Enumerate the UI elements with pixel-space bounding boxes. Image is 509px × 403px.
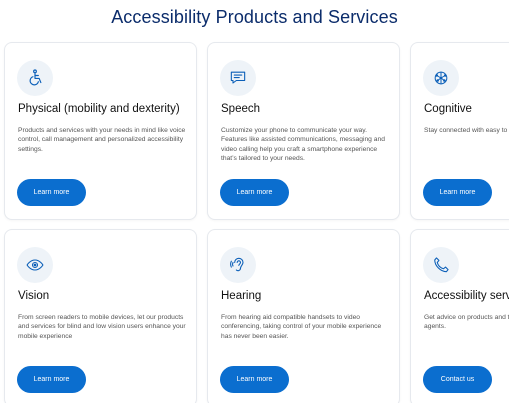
card-physical: Physical (mobility and dexterity) Produc… bbox=[4, 42, 197, 220]
page-title: Accessibility Products and Services bbox=[111, 7, 398, 27]
learn-more-button[interactable]: Learn more bbox=[220, 179, 289, 206]
card-title: Accessibility serv bbox=[424, 290, 509, 302]
card-accessibility-services: Accessibility serv Get advice on product… bbox=[410, 229, 509, 403]
learn-more-button[interactable]: Learn more bbox=[17, 366, 86, 393]
card-vision: Vision From screen readers to mobile dev… bbox=[4, 229, 197, 403]
card-hearing: Hearing From hearing aid compatible hand… bbox=[207, 229, 400, 403]
hearing-icon bbox=[220, 247, 256, 283]
learn-more-button[interactable]: Learn more bbox=[17, 179, 86, 206]
page: Accessibility Products and Services Phys… bbox=[0, 0, 509, 403]
learn-more-button[interactable]: Learn more bbox=[220, 366, 289, 393]
chat-bubble-icon bbox=[220, 60, 256, 96]
card-cognitive: Cognitive Stay connected with easy to co… bbox=[410, 42, 509, 220]
card-description: Products and services with your needs in… bbox=[18, 127, 186, 153]
brain-network-icon bbox=[423, 60, 459, 96]
card-title: Speech bbox=[221, 103, 261, 115]
card-title: Hearing bbox=[221, 290, 262, 302]
card-title: Cognitive bbox=[424, 103, 472, 115]
card-speech: Speech Customize your phone to communica… bbox=[207, 42, 400, 220]
card-title: Vision bbox=[18, 290, 50, 302]
card-description: From screen readers to mobile devices, l… bbox=[18, 314, 186, 340]
eye-icon bbox=[17, 247, 53, 283]
card-description: Stay connected with easy to controls, al… bbox=[424, 127, 509, 134]
card-description: Customize your phone to communicate your… bbox=[221, 127, 385, 163]
card-description: Get advice on products and to your quest… bbox=[424, 314, 509, 331]
contact-us-button[interactable]: Contact us bbox=[423, 366, 492, 393]
wheelchair-icon bbox=[17, 60, 53, 96]
learn-more-button[interactable]: Learn more bbox=[423, 179, 492, 206]
phone-icon bbox=[423, 247, 459, 283]
card-title: Physical (mobility and dexterity) bbox=[18, 103, 180, 115]
card-description: From hearing aid compatible handsets to … bbox=[221, 314, 382, 340]
